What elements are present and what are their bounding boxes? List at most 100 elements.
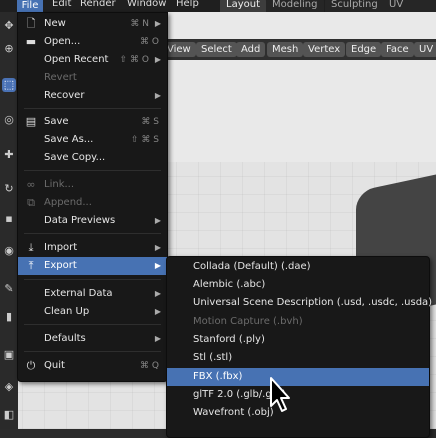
mouse-pointer-icon [270,377,290,412]
measure-tool-icon[interactable]: ▮ [2,310,16,324]
menu-item-clean-up[interactable]: Clean Up ▶ [18,303,167,321]
menu-item-quit[interactable]: ⏻ Quit ⌘ Q [18,357,167,375]
menu-item-label: Stanford (.ply) [193,334,265,345]
rotate-tool-icon[interactable]: ↻ [2,182,16,196]
vertex-menu-button[interactable]: Vertex [303,42,346,57]
extrude-tool-icon[interactable]: ◈ [2,380,16,394]
export-icon: ⤒ [28,259,34,272]
menu-separator [24,108,161,109]
append-icon: ⧉ [27,196,35,209]
chevron-right-icon: ▶ [154,334,161,343]
menu-item-external-data[interactable]: External Data ▶ [18,285,167,303]
menu-item-label: Stl (.stl) [193,352,233,363]
menu-file[interactable]: File [17,0,43,12]
menu-item-import[interactable]: ⤓ Import ▶ [18,239,167,257]
export-alembic[interactable]: Alembic (.abc) [167,276,429,294]
select-box-tool-icon[interactable]: ⬚ [2,78,16,92]
menu-item-label: Wavefront (.obj) [193,407,274,418]
chevron-right-icon: ▶ [154,19,161,28]
export-fbx[interactable]: FBX (.fbx) [167,368,429,386]
tab-modeling[interactable]: Modeling [266,0,324,12]
face-menu-button[interactable]: Face [381,42,414,57]
menu-item-label: Data Previews [44,215,116,226]
link-icon: ∞ [26,178,36,191]
export-usd[interactable]: Universal Scene Description (.usd, .usdc… [167,294,433,312]
menu-item-label: Universal Scene Description (.usd, .usdc… [193,297,433,308]
menu-item-export[interactable]: ⤒ Export ▶ [18,257,167,275]
menu-item-label: Append... [44,197,92,208]
menu-render[interactable]: Render [80,0,116,10]
uv-menu-button[interactable]: UV [414,42,436,57]
mesh-menu-button[interactable]: Mesh [267,42,304,57]
menu-window[interactable]: Window [127,0,166,10]
shortcut-label: ⌘ N [130,19,149,29]
edge-menu-button[interactable]: Edge [346,42,382,57]
menu-item-label: Recover [44,90,85,101]
tool-column: ✥ ⊕ ⬚ ◎ ✚ ↻ ▪ ◉ ✎ ▮ ▣ ◈ ◧ [0,12,18,429]
top-menu-bar: Edit Render Window Help Layout Modeling … [0,0,436,24]
export-gltf[interactable]: glTF 2.0 (.glb/.gltf) [167,386,429,404]
menu-item-label: New [44,18,66,29]
add-menu-button[interactable]: Add [236,42,266,57]
tab-layout[interactable]: Layout [220,0,266,12]
menu-item-label: Import [44,242,78,253]
shortcut-label: ⌘ Q [140,361,159,371]
export-collada[interactable]: Collada (Default) (.dae) [167,258,429,276]
menu-item-label: Alembic (.abc) [193,279,266,290]
menu-item-save[interactable]: ▤ Save ⌘ S [18,113,167,131]
menu-separator [24,324,161,325]
menu-item-label: Export [44,260,77,271]
chevron-right-icon: ▶ [154,91,161,100]
annotate-tool-icon[interactable]: ✎ [2,282,16,296]
cursor-3d-icon[interactable]: ◎ [2,113,16,127]
menu-item-label: Save Copy... [44,152,106,163]
cursor-tool-icon[interactable]: ✥ [2,19,16,33]
menu-item-label: Open... [44,36,81,47]
inset-tool-icon[interactable]: ◧ [2,408,16,422]
menu-item-link: ∞ Link... [18,176,167,194]
folder-icon: ▬ [25,35,37,48]
menu-item-save-as[interactable]: Save As... ⇧ ⌘ S [18,131,167,149]
menu-help[interactable]: Help [176,0,199,10]
menu-item-label: Open Recent [44,54,109,65]
menu-item-label: Motion Capture (.bvh) [193,316,303,327]
tab-sculpting[interactable]: Sculpting [325,0,384,12]
chevron-right-icon: ▶ [154,55,161,64]
menu-separator [24,279,161,280]
menu-item-open-recent[interactable]: Open Recent ⇧ ⌘ O ▶ [18,51,167,69]
menu-separator [24,170,161,171]
chevron-right-icon: ▶ [154,243,161,252]
menu-item-new[interactable]: 🗋 New ⌘ N ▶ [18,15,167,33]
shortcut-label: ⌘ S [141,117,159,127]
menu-item-defaults[interactable]: Defaults ▶ [18,330,167,348]
menu-item-label: Collada (Default) (.dae) [193,261,311,272]
move-tool-icon[interactable]: ✚ [2,148,16,162]
import-icon: ⤓ [28,241,34,254]
menu-item-label: Clean Up [44,306,90,317]
menu-item-save-copy[interactable]: Save Copy... [18,149,167,167]
menu-item-append: ⧉ Append... [18,194,167,212]
select-menu-button[interactable]: Select [196,42,237,57]
menu-item-label: FBX (.fbx) [193,371,243,382]
settings-icon[interactable]: ⊕ [2,42,16,56]
export-submenu: Collada (Default) (.dae) Alembic (.abc) … [166,256,433,438]
file-menu-dropdown: 🗋 New ⌘ N ▶ ▬ Open... ⌘ O Open Recent ⇧ … [17,12,168,382]
menu-item-label: Save [44,116,69,127]
export-stanford[interactable]: Stanford (.ply) [167,331,429,349]
chevron-right-icon: ▶ [154,261,161,270]
save-icon: ▤ [25,115,37,128]
export-wavefront[interactable]: Wavefront (.obj) [167,404,429,422]
tab-uv-editing[interactable]: UV Editing [383,0,436,24]
menu-item-label: Link... [44,179,75,190]
export-stl[interactable]: Stl (.stl) [167,349,429,367]
menu-edit[interactable]: Edit [52,0,71,10]
menu-item-revert: Revert [18,69,167,87]
menu-item-label: Revert [44,72,77,83]
menu-item-open[interactable]: ▬ Open... ⌘ O [18,33,167,51]
transform-tool-icon[interactable]: ◉ [2,244,16,258]
shortcut-label: ⇧ ⌘ O [119,55,149,65]
add-cube-tool-icon[interactable]: ▣ [2,348,16,362]
scale-tool-icon[interactable]: ▪ [2,212,16,226]
menu-item-recover[interactable]: Recover ▶ [18,87,167,105]
menu-item-data-previews[interactable]: Data Previews ▶ [18,212,167,230]
